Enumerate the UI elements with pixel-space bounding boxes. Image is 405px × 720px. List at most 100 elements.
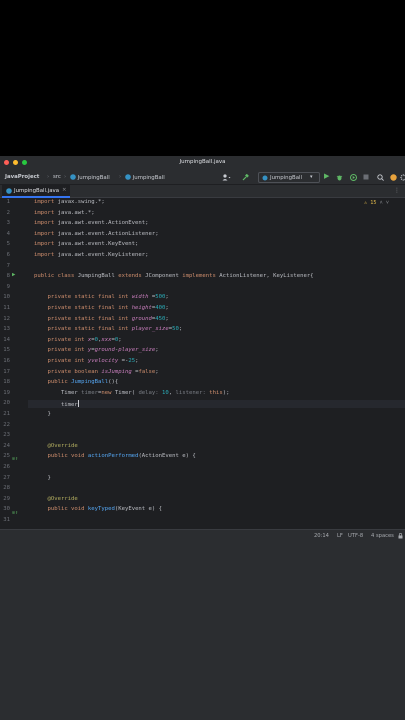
stop-icon[interactable]	[363, 174, 369, 182]
line-number: 8	[6, 273, 10, 280]
breadcrumb-class-label: JumpingBall	[132, 175, 165, 181]
line-number: 1	[6, 199, 10, 205]
class-icon	[262, 175, 268, 180]
ide-window: JumpingBall.java JavaProject › src › Jum…	[0, 156, 405, 542]
window-title: JumpingBall.java	[179, 159, 226, 165]
line-number: 26	[3, 464, 10, 470]
code-line[interactable]: import java.awt.event.ActionListener;	[34, 231, 159, 237]
code-line[interactable]: private static final int height=400;	[34, 305, 168, 311]
line-number: 24	[3, 442, 10, 449]
code-line[interactable]: import java.awt.event.KeyEvent;	[34, 241, 138, 247]
line-number: 29	[3, 495, 10, 502]
inspection-widget[interactable]: ⚠ 15 ˄ ˅	[364, 200, 389, 206]
breadcrumb-file-label: JumpingBall	[77, 175, 110, 181]
warning-icon: ⚠	[364, 200, 368, 206]
code-line[interactable]: import java.awt.event.ActionEvent;	[34, 220, 149, 226]
code-editor[interactable]: 1 2 3 4 5 6 7 8 9 10 11 12 13 14 15 16 17 18 19 20 21 22 23 24 2…	[0, 198, 405, 529]
breadcrumb-class[interactable]: JumpingBall	[125, 174, 165, 181]
code-line[interactable]: Timer timer=new Timer( delay: 10, listen…	[34, 390, 230, 396]
line-number: 17	[3, 368, 10, 375]
line-number: 27	[3, 474, 10, 481]
file-encoding[interactable]: UTF-8	[348, 533, 363, 539]
search-icon[interactable]	[377, 174, 384, 183]
line-number: 9	[6, 283, 10, 290]
code-line[interactable]: private static final int width =500;	[34, 294, 168, 300]
run-gutter-icon[interactable]: ▶	[12, 272, 15, 278]
override-gutter-icon[interactable]: ⊙↑	[12, 510, 18, 516]
chevron-down-icon: ˅	[385, 200, 389, 206]
line-number: 18	[3, 379, 10, 386]
chevron-up-icon: ˄	[379, 200, 383, 206]
tab-label: JumpingBall.java	[14, 188, 60, 194]
line-separator[interactable]: LF	[337, 533, 343, 539]
line-number: 19	[3, 389, 10, 396]
line-number: 15	[3, 347, 10, 354]
code-line[interactable]: private int yvelocity =-25;	[34, 358, 138, 364]
line-number: 25	[3, 453, 10, 460]
build-hammer-icon[interactable]	[242, 173, 249, 183]
code-line[interactable]: public class JumpingBall extends JCompon…	[34, 273, 314, 279]
run-config-label: JumpingBall	[270, 175, 303, 181]
override-gutter-icon[interactable]: ⊙↑	[12, 456, 18, 462]
code-line[interactable]: @Override	[34, 443, 77, 449]
more-run-actions-icon[interactable]	[350, 174, 357, 183]
class-icon	[70, 174, 76, 180]
code-line[interactable]: import java.awt.event.KeyListener;	[34, 252, 149, 258]
navigation-bar: JavaProject › src › JumpingBall › Jumpin…	[0, 170, 405, 185]
code-line[interactable]: private boolean isJumping =false;	[34, 369, 158, 375]
line-number: 12	[3, 315, 10, 322]
editor-gutter: 1 2 3 4 5 6 7 8 9 10 11 12 13 14 15 16 17 18 19 20 21 22 23 24 2…	[0, 198, 28, 529]
class-icon	[125, 174, 131, 180]
code-line[interactable]: private int y=ground-player_size;	[34, 347, 158, 353]
breadcrumb-separator: ›	[64, 174, 67, 180]
line-number: 14	[3, 336, 10, 343]
run-config-dropdown[interactable]: JumpingBall ▾	[258, 172, 320, 183]
caret-position[interactable]: 20:14	[314, 533, 329, 539]
warning-count: 15	[370, 200, 377, 206]
code-line[interactable]: public void keyTyped(KeyEvent e) {	[34, 506, 162, 512]
breadcrumb-src[interactable]: src	[53, 174, 61, 180]
line-number: 16	[3, 358, 10, 364]
code-line[interactable]: }	[34, 475, 50, 481]
class-icon	[6, 187, 12, 194]
line-number: 20	[3, 400, 10, 407]
line-number: 2	[6, 209, 10, 216]
debug-icon[interactable]	[336, 174, 343, 183]
title-bar: JumpingBall.java	[0, 156, 405, 170]
lock-icon[interactable]	[398, 533, 403, 541]
run-icon[interactable]: ▶	[324, 172, 329, 180]
close-tab-icon[interactable]: ×	[62, 187, 67, 193]
line-number: 22	[3, 421, 10, 428]
line-number: 30	[3, 506, 10, 513]
line-number: 3	[6, 220, 10, 227]
tab-jumpingball[interactable]: JumpingBall.java ×	[2, 185, 70, 198]
indent-setting[interactable]: 4 spaces	[371, 533, 394, 539]
code-line[interactable]: private int x=0,xxx=0;	[34, 337, 121, 343]
code-line[interactable]: timer	[28, 400, 405, 409]
settings-gear-icon[interactable]	[400, 174, 405, 183]
updates-icon[interactable]	[390, 174, 397, 183]
code-line[interactable]: import java.awt.*;	[34, 210, 95, 216]
line-number: 4	[6, 230, 10, 237]
editor-tab-bar: JumpingBall.java × ⋮	[0, 185, 405, 198]
code-line[interactable]: }	[34, 411, 50, 417]
video-letterbox-top	[0, 0, 405, 156]
breadcrumb-separator: ›	[119, 174, 122, 180]
account-icon[interactable]	[222, 174, 231, 183]
code-line[interactable]: import javax.swing.*;	[34, 199, 105, 205]
breadcrumb-file[interactable]: JumpingBall	[70, 174, 110, 181]
line-number: 13	[3, 326, 10, 333]
code-line[interactable]: private static final int player_size=50;	[34, 326, 182, 332]
line-number: 5	[6, 241, 10, 248]
code-line[interactable]: private static final int ground=450;	[34, 316, 168, 322]
chevron-down-icon: ▾	[310, 174, 313, 180]
breadcrumb-project[interactable]: JavaProject	[5, 174, 39, 180]
line-number: 6	[6, 252, 10, 258]
code-line[interactable]: @Override	[34, 496, 77, 502]
line-number: 23	[3, 432, 10, 439]
line-number: 28	[3, 485, 10, 492]
code-line[interactable]: public void actionPerformed(ActionEvent …	[34, 453, 195, 459]
code-line[interactable]: public JumpingBall(){	[34, 379, 118, 385]
more-tabs-icon[interactable]: ⋮	[394, 187, 400, 194]
line-number: 7	[6, 262, 10, 269]
